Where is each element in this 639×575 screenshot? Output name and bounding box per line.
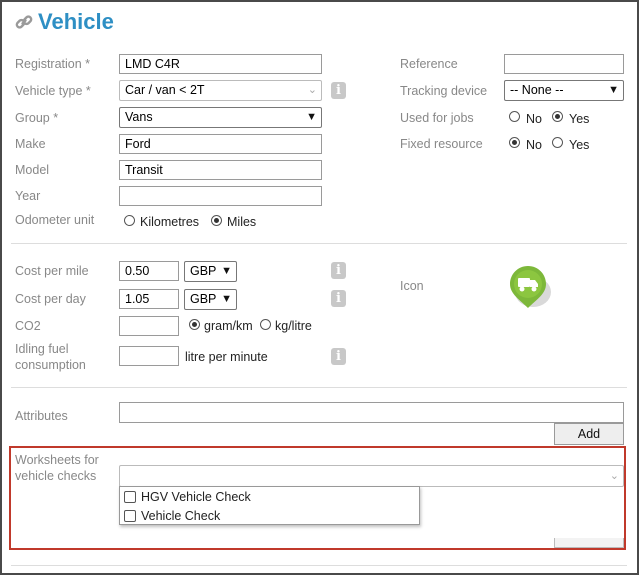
hgv-checkbox[interactable] <box>124 491 136 503</box>
used-for-jobs-no-label: No <box>526 112 542 126</box>
attributes-input[interactable] <box>119 402 624 423</box>
divider <box>11 243 627 244</box>
odometer-kilometres-radio[interactable] <box>124 215 135 226</box>
make-label: Make <box>15 137 46 151</box>
worksheet-option-hgv[interactable]: HGV Vehicle Check <box>120 488 419 506</box>
co2-gram-km-radio[interactable] <box>189 319 200 330</box>
vehicle-type-label: Vehicle type * <box>15 84 91 98</box>
used-for-jobs-label: Used for jobs <box>400 111 474 125</box>
group-value: Vans <box>125 110 153 124</box>
hgv-option-label: HGV Vehicle Check <box>141 490 251 504</box>
co2-label: CO2 <box>15 319 41 333</box>
fixed-resource-label: Fixed resource <box>400 137 483 151</box>
divider <box>11 565 627 566</box>
fixed-resource-no-radio[interactable] <box>509 137 520 148</box>
cost-per-mile-label: Cost per mile <box>15 264 89 278</box>
chevron-down-icon: ⌄ <box>307 84 317 96</box>
truck-icon[interactable] <box>508 262 556 312</box>
worksheets-label-line2: vehicle checks <box>15 469 97 483</box>
icon-label: Icon <box>400 279 424 293</box>
idling-unit-label: litre per minute <box>185 350 268 364</box>
cost-per-mile-currency-value: GBP <box>190 264 217 278</box>
chevron-down-icon: ⌄ <box>609 470 619 482</box>
cost-per-day-currency-select[interactable]: GBP ▼ <box>184 289 237 310</box>
info-icon[interactable]: i <box>331 290 346 307</box>
chevron-down-icon: ▼ <box>306 111 317 123</box>
vehicle-check-checkbox[interactable] <box>124 510 136 522</box>
info-icon[interactable]: i <box>331 82 346 99</box>
model-input[interactable]: Transit <box>119 160 322 180</box>
vehicle-type-value: Car / van < 2T <box>125 83 205 97</box>
worksheets-select[interactable]: ⌄ <box>119 465 624 487</box>
info-icon[interactable]: i <box>331 262 346 279</box>
divider <box>11 387 627 388</box>
cost-per-mile-input[interactable]: 0.50 <box>119 261 179 281</box>
worksheets-dropdown: HGV Vehicle Check Vehicle Check <box>119 486 420 525</box>
used-for-jobs-no-radio[interactable] <box>509 111 520 122</box>
odometer-label: Odometer unit <box>15 213 95 227</box>
odometer-kilometres-label: Kilometres <box>140 215 200 229</box>
used-for-jobs-yes-radio[interactable] <box>552 111 563 122</box>
attributes-label: Attributes <box>15 409 68 423</box>
model-label: Model <box>15 163 50 177</box>
chevron-down-icon: ▼ <box>221 265 232 277</box>
idling-label-line1: Idling fuel <box>15 342 69 356</box>
reference-input[interactable] <box>504 54 624 74</box>
worksheets-label-line1: Worksheets for <box>15 453 99 467</box>
used-for-jobs-yes-label: Yes <box>569 112 590 126</box>
cost-per-day-input[interactable]: 1.05 <box>119 289 179 309</box>
vehicle-type-select[interactable]: Car / van < 2T ⌄ <box>119 80 322 101</box>
cost-per-day-label: Cost per day <box>15 292 86 306</box>
year-input[interactable] <box>119 186 322 206</box>
vehicle-check-option-label: Vehicle Check <box>141 509 221 523</box>
make-input[interactable]: Ford <box>119 134 322 154</box>
worksheet-option-vehicle[interactable]: Vehicle Check <box>120 507 419 525</box>
link-icon <box>14 12 34 32</box>
hidden-button-edge <box>554 538 624 548</box>
info-icon[interactable]: i <box>331 348 346 365</box>
fixed-resource-yes-label: Yes <box>569 138 590 152</box>
chevron-down-icon: ▼ <box>221 293 232 305</box>
co2-kg-litre-radio[interactable] <box>260 319 271 330</box>
cost-per-day-currency-value: GBP <box>190 292 217 306</box>
reference-label: Reference <box>400 57 458 71</box>
tracking-device-select[interactable]: -- None -- ▼ <box>504 80 624 101</box>
fixed-resource-no-label: No <box>526 138 542 152</box>
page-title: Vehicle <box>38 9 114 34</box>
odometer-miles-label: Miles <box>227 215 257 229</box>
co2-input[interactable] <box>119 316 179 336</box>
registration-label: Registration * <box>15 57 91 71</box>
cost-per-mile-currency-select[interactable]: GBP ▼ <box>184 261 237 282</box>
add-attribute-button[interactable]: Add <box>554 423 624 445</box>
odometer-miles-radio[interactable] <box>211 215 222 226</box>
chevron-down-icon: ▼ <box>608 84 619 96</box>
year-label: Year <box>15 189 41 203</box>
fixed-resource-yes-radio[interactable] <box>552 137 563 148</box>
co2-kg-litre-label: kg/litre <box>275 319 312 333</box>
tracking-device-value: -- None -- <box>510 83 564 97</box>
idling-label-line2: consumption <box>15 358 86 372</box>
group-label: Group * <box>15 111 59 125</box>
tracking-device-label: Tracking device <box>400 84 488 98</box>
group-select[interactable]: Vans ▼ <box>119 107 322 128</box>
co2-gram-km-label: gram/km <box>204 319 253 333</box>
registration-input[interactable]: LMD C4R <box>119 54 322 74</box>
idling-input[interactable] <box>119 346 179 366</box>
